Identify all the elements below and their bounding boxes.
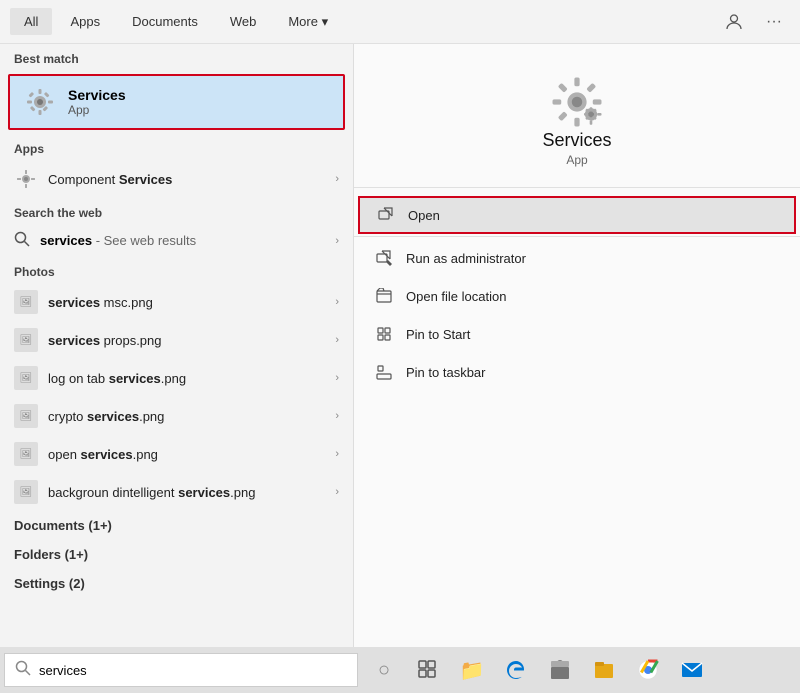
divider-1 [354, 236, 800, 237]
pin-to-start-label: Pin to Start [406, 327, 470, 342]
tab-documents[interactable]: Documents [118, 8, 212, 35]
photo-item-1[interactable]: 🖼 services msc.png › [0, 283, 353, 321]
photo-icon-4: 🖼 [14, 404, 38, 428]
photo-icon-1: 🖼 [14, 290, 38, 314]
run-as-admin-action[interactable]: Run as administrator [354, 239, 800, 277]
photo-chevron-5: › [335, 448, 339, 460]
action-list: Open Run as administrator [354, 188, 800, 397]
pin-to-start-icon [374, 324, 394, 344]
left-panel: Best match Services App [0, 44, 354, 647]
photo-icon-2: 🖼 [14, 328, 38, 352]
best-match-title: Services [68, 87, 126, 103]
settings-label: Settings (2) [14, 576, 85, 591]
photo-chevron-2: › [335, 334, 339, 346]
photo-icon-3: 🖼 [14, 366, 38, 390]
open-icon [376, 205, 396, 225]
tab-more[interactable]: More ▾ [274, 8, 342, 36]
photo-label-2: services props.png [48, 333, 325, 348]
tab-web[interactable]: Web [216, 8, 271, 35]
component-services-item[interactable]: Component Services › [0, 160, 353, 198]
photo-label-5: open services.png [48, 447, 325, 462]
tab-all[interactable]: All [10, 8, 52, 35]
search-circle-icon[interactable]: ○ [364, 650, 404, 690]
photo-chevron-3: › [335, 372, 339, 384]
right-panel: Services App Open [354, 44, 800, 647]
photo-label-1: services msc.png [48, 295, 325, 310]
pin-to-taskbar-label: Pin to taskbar [406, 365, 486, 380]
photo-label-4: crypto services.png [48, 409, 325, 424]
app-detail-header: Services App [354, 44, 800, 188]
photo-item-5[interactable]: 🖼 open services.png › [0, 435, 353, 473]
best-match-label: Best match [0, 44, 353, 70]
search-bar[interactable] [4, 653, 358, 687]
photo-item-3[interactable]: 🖼 log on tab services.png › [0, 359, 353, 397]
store-icon[interactable] [540, 650, 580, 690]
best-match-item[interactable]: Services App [8, 74, 345, 130]
photo-label-3: log on tab services.png [48, 371, 325, 386]
pin-to-start-action[interactable]: Pin to Start [354, 315, 800, 353]
component-services-chevron: › [335, 173, 339, 185]
pin-to-taskbar-icon [374, 362, 394, 382]
photo-chevron-4: › [335, 410, 339, 422]
photo-item-4[interactable]: 🖼 crypto services.png › [0, 397, 353, 435]
web-search-item[interactable]: services - See web results › [0, 224, 353, 257]
folders-section[interactable]: Folders (1+) [0, 540, 353, 569]
open-label: Open [408, 208, 440, 223]
chrome-icon[interactable] [628, 650, 668, 690]
photo-label-6: backgroun dintelligent services.png [48, 485, 325, 500]
photo-icon-6: 🖼 [14, 480, 38, 504]
web-search-label: Search the web [0, 198, 353, 224]
best-match-text: Services App [68, 87, 126, 117]
search-input[interactable] [39, 663, 347, 678]
documents-label: Documents (1+) [14, 518, 112, 533]
web-search-text: services - See web results [40, 233, 325, 248]
services-app-icon [24, 86, 56, 118]
photo-chevron-6: › [335, 486, 339, 498]
settings-section[interactable]: Settings (2) [0, 569, 353, 598]
file-explorer-icon[interactable]: 📁 [452, 650, 492, 690]
app-detail-type: App [566, 153, 587, 167]
taskbar-icons: ○ 📁 [364, 650, 712, 690]
photo-item-2[interactable]: 🖼 services props.png › [0, 321, 353, 359]
component-services-label: Component Services [48, 172, 325, 187]
mail-icon[interactable] [672, 650, 712, 690]
best-match-subtitle: App [68, 103, 126, 117]
taskbar: ○ 📁 [0, 647, 800, 693]
photo-icon-5: 🖼 [14, 442, 38, 466]
component-services-icon [14, 167, 38, 191]
open-file-location-action[interactable]: Open file location [354, 277, 800, 315]
run-as-admin-label: Run as administrator [406, 251, 526, 266]
nav-right: ··· [718, 6, 790, 38]
main-container: Best match Services App [0, 44, 800, 647]
more-options-btn[interactable]: ··· [758, 6, 790, 38]
photos-label: Photos [0, 257, 353, 283]
services-detail-icon [549, 74, 605, 130]
open-file-location-icon [374, 286, 394, 306]
search-icon [14, 231, 30, 250]
app-detail-name: Services [542, 130, 611, 151]
apps-section-label: Apps [0, 134, 353, 160]
file-manager-icon[interactable] [584, 650, 624, 690]
web-search-chevron: › [335, 235, 339, 247]
task-view-icon[interactable] [408, 650, 448, 690]
open-file-location-label: Open file location [406, 289, 506, 304]
taskbar-search-icon [15, 660, 31, 680]
open-action[interactable]: Open [358, 196, 796, 234]
pin-to-taskbar-action[interactable]: Pin to taskbar [354, 353, 800, 391]
photo-item-6[interactable]: 🖼 backgroun dintelligent services.png › [0, 473, 353, 511]
user-icon-btn[interactable] [718, 6, 750, 38]
edge-icon[interactable] [496, 650, 536, 690]
folders-label: Folders (1+) [14, 547, 88, 562]
photo-chevron-1: › [335, 296, 339, 308]
top-nav: All Apps Documents Web More ▾ ··· [0, 0, 800, 44]
tab-apps[interactable]: Apps [56, 8, 114, 35]
documents-section[interactable]: Documents (1+) [0, 511, 353, 540]
run-as-admin-icon [374, 248, 394, 268]
